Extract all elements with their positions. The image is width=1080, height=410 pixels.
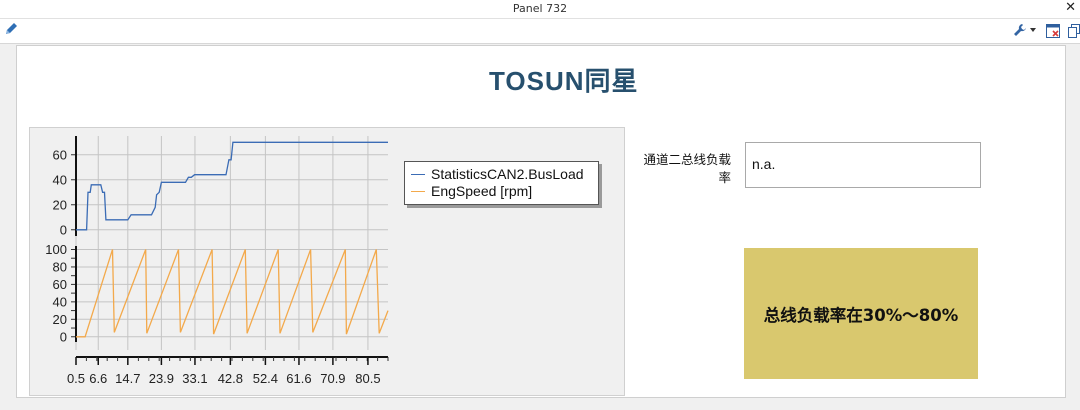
x-tick-label: 80.5 (355, 371, 380, 386)
legend-label-busload: StatisticsCAN2.BusLoad (431, 166, 584, 182)
bus-load-value: n.a. (752, 156, 776, 172)
window-title: Panel 732 (512, 2, 568, 15)
chevron-down-icon[interactable] (1030, 28, 1036, 32)
y-tick-label: 60 (53, 277, 67, 292)
x-tick-label: 42.8 (218, 371, 243, 386)
legend-label-engspeed: EngSpeed [rpm] (431, 183, 533, 199)
y-tick-label: 40 (53, 172, 67, 187)
close-icon[interactable]: ✕ (1065, 0, 1076, 15)
x-tick-label: 14.7 (115, 371, 140, 386)
chart-legend: StatisticsCAN2.BusLoad EngSpeed [rpm] (404, 161, 599, 205)
line-chart: 0 20 40 60 0 20 40 60 80 100 0.5 6.6 14.7 23.9 33.1 42.… (29, 127, 625, 396)
x-tick-label: 61.6 (286, 371, 311, 386)
pencil-icon[interactable] (4, 22, 18, 36)
y-tick-label: 60 (53, 147, 67, 162)
bus-load-range-indicator: 总线负载率在30%～80% (744, 248, 978, 379)
legend-swatch-busload (411, 174, 425, 175)
y-tick-label: 20 (53, 312, 67, 327)
tosun-logo: TOSUN同星 (489, 66, 639, 96)
logo-text: TOSUN同星 (489, 66, 639, 96)
y-tick-label: 0 (60, 329, 67, 344)
x-tick-label: 70.9 (320, 371, 345, 386)
x-tick-label: 0.5 (67, 371, 85, 386)
x-tick-label: 6.6 (89, 371, 107, 386)
toolbar (0, 19, 1080, 44)
wrench-icon[interactable] (1013, 23, 1027, 37)
series-busload-line (76, 141, 388, 231)
bus-load-value-display: n.a. (745, 142, 981, 188)
series-engspeed-line (76, 249, 389, 338)
y-tick-label: 40 (53, 294, 67, 309)
y-tick-label: 80 (53, 259, 67, 274)
bus-load-field-label: 通道二总线负载率 (643, 152, 731, 185)
x-tick-label: 33.1 (182, 371, 207, 386)
legend-swatch-engspeed (411, 191, 425, 192)
bus-load-range-text: 总线负载率在30%～80% (763, 305, 959, 325)
window-copy-icon[interactable] (1068, 24, 1080, 38)
y-tick-label: 0 (60, 222, 67, 237)
x-tick-label: 23.9 (149, 371, 174, 386)
window-close-icon[interactable] (1046, 24, 1060, 38)
y-tick-label: 100 (45, 242, 67, 257)
x-tick-label: 52.4 (253, 371, 278, 386)
title-bar: Panel 732 ✕ (0, 0, 1080, 19)
y-tick-label: 20 (53, 197, 67, 212)
panel-canvas: TOSUN同星 0 20 40 60 0 20 40 60 80 100 0.5 6.6 14.7 23.… (16, 45, 1066, 398)
